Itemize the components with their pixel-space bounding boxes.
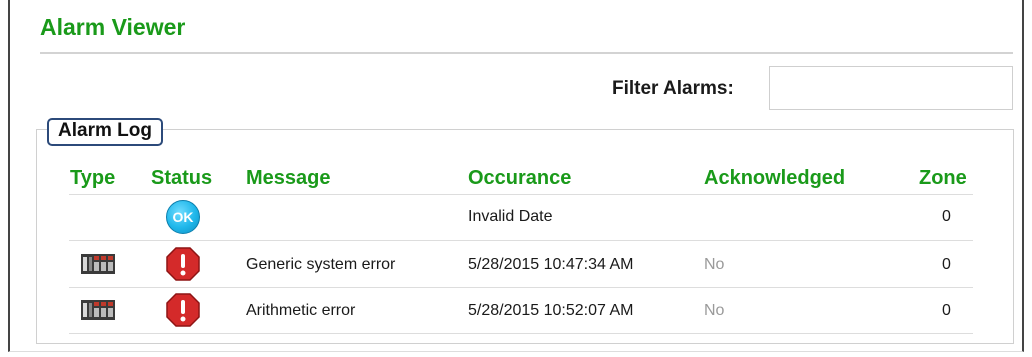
plc-controller-icon <box>81 254 115 274</box>
plc-controller-icon <box>81 300 115 320</box>
error-status-icon <box>166 293 200 327</box>
occurance-cell: 5/28/2015 10:52:07 AM <box>468 302 634 319</box>
acknowledged-cell: No <box>704 256 725 273</box>
column-header-message[interactable]: Message <box>246 167 331 190</box>
title-divider <box>40 52 1013 54</box>
column-header-zone[interactable]: Zone <box>919 167 967 190</box>
ok-status-icon: OK <box>166 200 200 234</box>
column-header-type[interactable]: Type <box>70 167 115 190</box>
acknowledged-cell: No <box>704 302 725 319</box>
zone-cell: 0 <box>942 302 951 319</box>
row-divider <box>69 287 973 288</box>
zone-cell: 0 <box>942 256 951 273</box>
message-cell: Arithmetic error <box>246 302 356 319</box>
filter-alarms-label: Filter Alarms: <box>612 78 734 99</box>
column-header-status[interactable]: Status <box>151 167 212 190</box>
filter-alarms-input[interactable] <box>769 66 1013 110</box>
column-header-acknowledged[interactable]: Acknowledged <box>704 167 845 190</box>
occurance-cell: 5/28/2015 10:47:34 AM <box>468 256 634 273</box>
message-cell: Generic system error <box>246 256 396 273</box>
occurance-cell: Invalid Date <box>468 208 553 225</box>
error-status-icon <box>166 247 200 281</box>
page-title: Alarm Viewer <box>40 14 186 40</box>
alarm-log-tab[interactable]: Alarm Log <box>47 118 163 146</box>
zone-cell: 0 <box>942 208 951 225</box>
row-divider <box>69 333 973 334</box>
row-divider <box>69 240 973 241</box>
header-divider <box>69 194 973 195</box>
column-header-occurance[interactable]: Occurance <box>468 167 571 190</box>
